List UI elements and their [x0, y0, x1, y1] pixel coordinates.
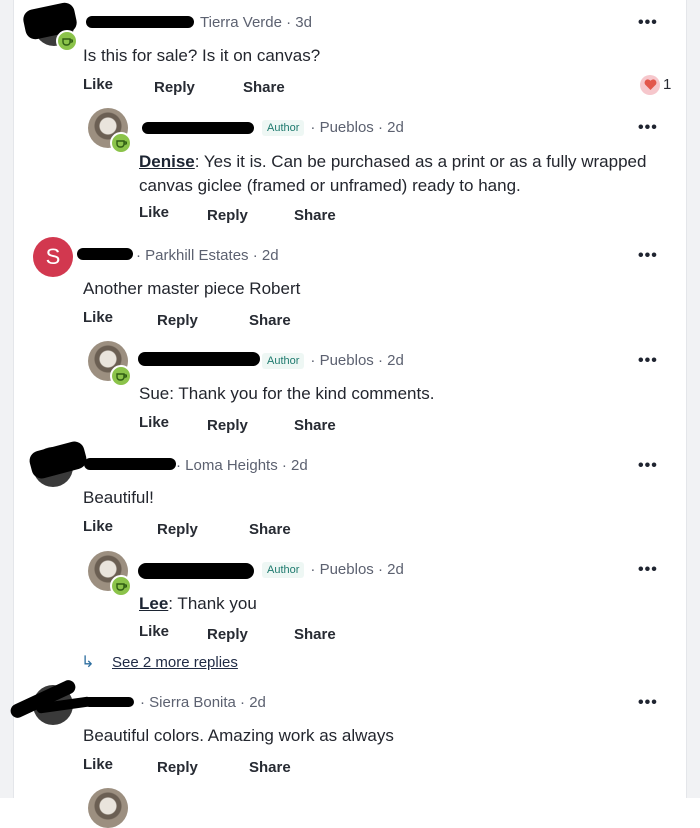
comment-meta: Author · Pueblos · 2d — [262, 352, 404, 370]
share-button[interactable]: Share — [249, 521, 291, 538]
comment-text: Is this for sale? Is it on canvas? — [83, 46, 321, 65]
reply-button[interactable]: Reply — [207, 207, 248, 224]
comment-meta: Author · Pueblos · 2d — [262, 119, 404, 137]
like-button[interactable]: Like — [83, 518, 113, 535]
more-options-icon[interactable]: ••• — [638, 694, 658, 712]
avatar[interactable]: S — [33, 237, 73, 277]
author-tag: Author — [262, 562, 305, 579]
reaction-count: 1 — [663, 76, 672, 93]
share-button[interactable]: Share — [294, 207, 336, 224]
page-frame-right — [686, 0, 700, 798]
redacted-name — [138, 352, 260, 366]
comment-text: Lee: Thank you — [139, 594, 257, 613]
reply-button[interactable]: Reply — [207, 626, 248, 643]
reply-button[interactable]: Reply — [154, 79, 195, 96]
more-options-icon[interactable]: ••• — [638, 561, 658, 579]
comment-text: Denise: Yes it is. Can be purchased as a… — [139, 152, 647, 195]
author-tag: Author — [262, 353, 305, 370]
author-tag: Author — [262, 120, 305, 137]
share-button[interactable]: Share — [294, 417, 336, 434]
share-button[interactable]: Share — [294, 626, 336, 643]
share-button[interactable]: Share — [243, 79, 285, 96]
more-options-icon[interactable]: ••• — [638, 119, 658, 137]
like-button[interactable]: Like — [139, 204, 169, 221]
heart-reaction-icon[interactable] — [640, 75, 660, 95]
more-options-icon[interactable]: ••• — [638, 247, 658, 265]
like-button[interactable]: Like — [83, 309, 113, 326]
like-button[interactable]: Like — [139, 414, 169, 431]
share-button[interactable]: Share — [249, 312, 291, 329]
mention-link[interactable]: Lee — [139, 594, 168, 613]
more-options-icon[interactable]: ••• — [638, 457, 658, 475]
share-button[interactable]: Share — [249, 759, 291, 776]
redacted-name — [86, 16, 194, 28]
comment-meta: · Loma Heights · 2d — [176, 457, 308, 474]
reply-arrow-icon: ↳ — [81, 654, 95, 671]
redacted-name — [77, 248, 133, 260]
comment-meta: · Sierra Bonita · 2d — [140, 694, 266, 711]
comment-text: Beautiful colors. Amazing work as always — [83, 726, 394, 745]
comment-meta: Tierra Verde · 3d — [200, 14, 312, 31]
mention-link[interactable]: Denise — [139, 152, 195, 171]
see-more-replies-link[interactable]: See 2 more replies — [112, 654, 238, 671]
comment-meta: Author · Pueblos · 2d — [262, 561, 404, 579]
like-button[interactable]: Like — [83, 76, 113, 93]
reply-button[interactable]: Reply — [157, 521, 198, 538]
more-options-icon[interactable]: ••• — [638, 14, 658, 32]
neighbor-badge-icon — [110, 365, 132, 387]
comment-text: Sue: Thank you for the kind comments. — [139, 384, 435, 403]
reply-button[interactable]: Reply — [157, 759, 198, 776]
reply-button[interactable]: Reply — [157, 312, 198, 329]
redacted-name — [84, 458, 176, 470]
redacted-name — [142, 122, 254, 134]
comment-text: Another master piece Robert — [83, 279, 301, 298]
avatar[interactable] — [88, 788, 128, 828]
like-button[interactable]: Like — [139, 623, 169, 640]
comment-text: Beautiful! — [83, 488, 154, 507]
more-options-icon[interactable]: ••• — [638, 352, 658, 370]
reply-button[interactable]: Reply — [207, 417, 248, 434]
redacted-name — [84, 697, 134, 707]
redacted-name — [138, 563, 254, 579]
neighbor-badge-icon — [56, 30, 78, 52]
like-button[interactable]: Like — [83, 756, 113, 773]
comment-meta: · Parkhill Estates · 2d — [136, 247, 279, 264]
neighbor-badge-icon — [110, 575, 132, 597]
page-frame-left — [0, 0, 14, 798]
neighbor-badge-icon — [110, 132, 132, 154]
